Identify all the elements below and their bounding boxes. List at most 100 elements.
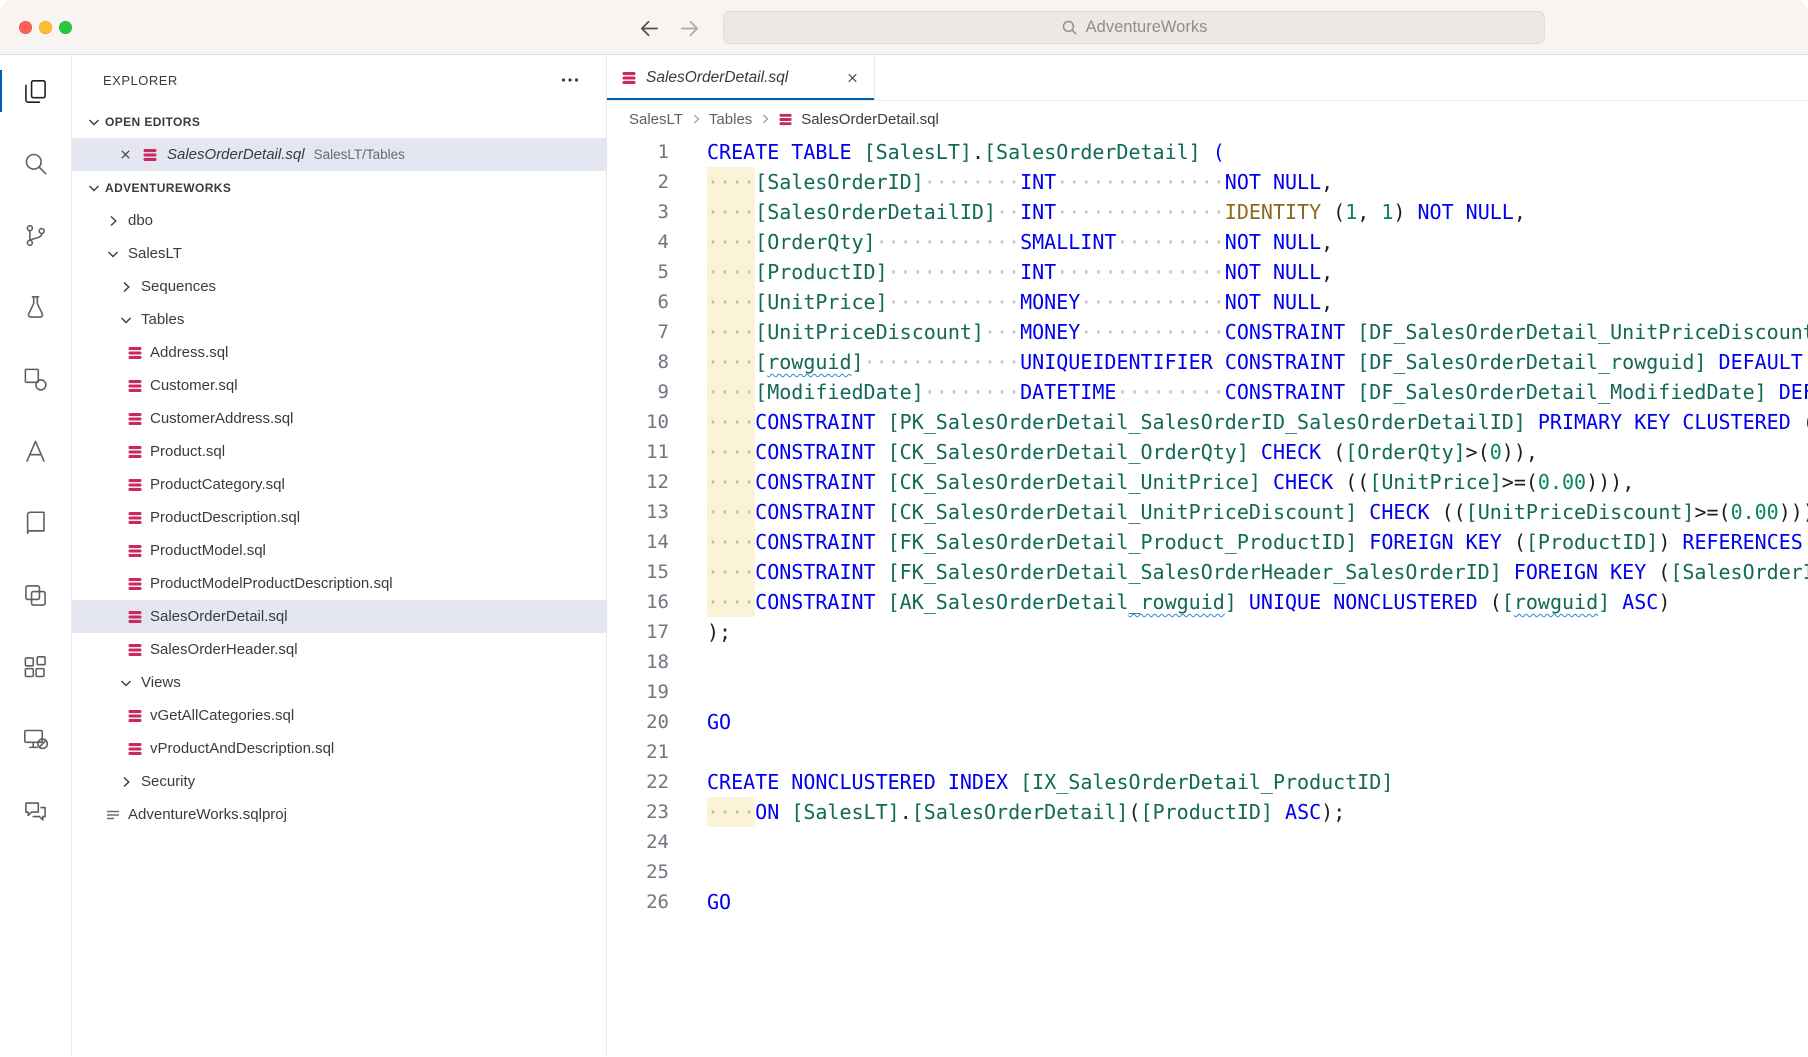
tree-item-vproductanddescription-sql[interactable]: vProductAndDescription.sql — [72, 732, 606, 765]
code-line[interactable]: 1CREATE TABLE [SalesLT].[SalesOrderDetai… — [607, 137, 1808, 167]
chevron-down-icon — [105, 246, 121, 262]
workspace-label: ADVENTUREWORKS — [105, 181, 231, 195]
code-line[interactable]: 9····[ModifiedDate]········DATETIME·····… — [607, 377, 1808, 407]
tree-item-address-sql[interactable]: Address.sql — [72, 336, 606, 369]
tree-item-label: ProductModelProductDescription.sql — [150, 575, 393, 592]
tree-item-views[interactable]: Views — [72, 666, 606, 699]
tree-item-customer-sql[interactable]: Customer.sql — [72, 369, 606, 402]
zoom-window-button[interactable] — [59, 21, 72, 34]
code-line[interactable]: 21 — [607, 737, 1808, 767]
tree-item-productmodel-sql[interactable]: ProductModel.sql — [72, 534, 606, 567]
code-line[interactable]: 16····CONSTRAINT [AK_SalesOrderDetail_ro… — [607, 587, 1808, 617]
tree-item-customeraddress-sql[interactable]: CustomerAddress.sql — [72, 402, 606, 435]
open-editor-item[interactable]: SalesOrderDetail.sql SalesLT/Tables — [72, 138, 606, 171]
code-line[interactable]: 11····CONSTRAINT [CK_SalesOrderDetail_Or… — [607, 437, 1808, 467]
tree-item-label: AdventureWorks.sqlproj — [128, 806, 287, 823]
code-line[interactable]: 8····[rowguid]·············UNIQUEIDENTIF… — [607, 347, 1808, 377]
tree-item-adventureworks-sqlproj[interactable]: AdventureWorks.sqlproj — [72, 798, 606, 831]
tree-item-productcategory-sql[interactable]: ProductCategory.sql — [72, 468, 606, 501]
workspace-header[interactable]: ADVENTUREWORKS — [72, 171, 606, 204]
tree-item-vgetallcategories-sql[interactable]: vGetAllCategories.sql — [72, 699, 606, 732]
code-line-content: ); — [707, 617, 731, 647]
database-file-icon — [127, 741, 143, 757]
sidebar-title: EXPLORER — [103, 73, 178, 88]
chevron-right-icon — [105, 213, 121, 229]
close-window-button[interactable] — [19, 21, 32, 34]
close-editor-icon[interactable] — [118, 147, 133, 162]
tree-item-security[interactable]: Security — [72, 765, 606, 798]
chevron-down-icon — [118, 675, 134, 691]
tree-item-product-sql[interactable]: Product.sql — [72, 435, 606, 468]
code-line[interactable]: 22CREATE NONCLUSTERED INDEX [IX_SalesOrd… — [607, 767, 1808, 797]
code-line[interactable]: 4····[OrderQty]············SMALLINT·····… — [607, 227, 1808, 257]
code-line[interactable]: 26GO — [607, 887, 1808, 917]
tree-item-sequences[interactable]: Sequences — [72, 270, 606, 303]
pages-icon-button[interactable] — [0, 559, 71, 631]
tree-item-dbo[interactable]: dbo — [72, 204, 606, 237]
testing-flask-icon-button[interactable] — [0, 271, 71, 343]
code-line[interactable]: 24 — [607, 827, 1808, 857]
tree-item-label: SalesOrderDetail.sql — [150, 608, 288, 625]
close-tab-icon[interactable] — [845, 70, 860, 85]
forward-button[interactable] — [677, 16, 701, 40]
breadcrumb-folder[interactable]: Tables — [709, 111, 752, 128]
code-line[interactable]: 5····[ProductID]···········INT··········… — [607, 257, 1808, 287]
code-line[interactable]: 25 — [607, 857, 1808, 887]
line-number: 10 — [607, 407, 669, 437]
code-line[interactable]: 14····CONSTRAINT [FK_SalesOrderDetail_Pr… — [607, 527, 1808, 557]
code-line[interactable]: 3····[SalesOrderDetailID]··INT··········… — [607, 197, 1808, 227]
code-line[interactable]: 7····[UnitPriceDiscount]···MONEY········… — [607, 317, 1808, 347]
tree-item-label: CustomerAddress.sql — [150, 410, 293, 427]
tab-salesorderdetail-sql[interactable]: SalesOrderDetail.sql — [607, 55, 875, 100]
command-center-search[interactable]: AdventureWorks — [723, 11, 1545, 44]
tree-item-label: Views — [141, 674, 181, 691]
code-line-content: CREATE TABLE [SalesLT].[SalesOrderDetail… — [707, 137, 1225, 167]
line-number: 18 — [607, 647, 669, 677]
tree-item-label: SalesOrderHeader.sql — [150, 641, 298, 658]
extensions-icon-button[interactable] — [0, 631, 71, 703]
tree-item-productmodelproductdescription-sql[interactable]: ProductModelProductDescription.sql — [72, 567, 606, 600]
notebook-icon-button[interactable] — [0, 487, 71, 559]
chevron-down-icon — [86, 114, 102, 130]
breadcrumb-file[interactable]: SalesOrderDetail.sql — [801, 111, 939, 128]
code-line[interactable]: 13····CONSTRAINT [CK_SalesOrderDetail_Un… — [607, 497, 1808, 527]
open-editors-header[interactable]: OPEN EDITORS — [72, 105, 606, 138]
code-line[interactable]: 12····CONSTRAINT [CK_SalesOrderDetail_Un… — [607, 467, 1808, 497]
source-control-icon-button[interactable] — [0, 199, 71, 271]
code-line[interactable]: 6····[UnitPrice]···········MONEY········… — [607, 287, 1808, 317]
code-line[interactable]: 19 — [607, 677, 1808, 707]
code-line[interactable]: 20GO — [607, 707, 1808, 737]
code-line-content: ····CONSTRAINT [FK_SalesOrderDetail_Sale… — [707, 557, 1808, 587]
chat-icon-button[interactable] — [0, 775, 71, 847]
breadcrumb: SalesLT Tables SalesOrderDetail.sql — [607, 101, 1808, 137]
code-line-content: ····CONSTRAINT [CK_SalesOrderDetail_Unit… — [707, 467, 1634, 497]
tree-item-productdescription-sql[interactable]: ProductDescription.sql — [72, 501, 606, 534]
tree-item-salesorderheader-sql[interactable]: SalesOrderHeader.sql — [72, 633, 606, 666]
line-number: 25 — [607, 857, 669, 887]
code-line[interactable]: 10····CONSTRAINT [PK_SalesOrderDetail_Sa… — [607, 407, 1808, 437]
remote-screen-icon-button[interactable] — [0, 703, 71, 775]
database-file-icon — [127, 378, 143, 394]
more-actions-button[interactable] — [560, 70, 580, 90]
tree-item-tables[interactable]: Tables — [72, 303, 606, 336]
files-icon-button[interactable] — [0, 55, 71, 127]
code-line[interactable]: 2····[SalesOrderID]········INT··········… — [607, 167, 1808, 197]
search-icon-button[interactable] — [0, 127, 71, 199]
tree-item-salesorderdetail-sql[interactable]: SalesOrderDetail.sql — [72, 600, 606, 633]
tree-item-label: vProductAndDescription.sql — [150, 740, 334, 757]
tree-item-saleslt[interactable]: SalesLT — [72, 237, 606, 270]
azure-icon-button[interactable] — [0, 415, 71, 487]
minimize-window-button[interactable] — [39, 21, 52, 34]
code-line[interactable]: 23····ON [SalesLT].[SalesOrderDetail]([P… — [607, 797, 1808, 827]
line-number: 4 — [607, 227, 669, 257]
chevron-down-icon — [86, 180, 102, 196]
code-line[interactable]: 15····CONSTRAINT [FK_SalesOrderDetail_Sa… — [607, 557, 1808, 587]
breadcrumb-schema[interactable]: SalesLT — [629, 111, 683, 128]
code-line[interactable]: 17); — [607, 617, 1808, 647]
code-line[interactable]: 18 — [607, 647, 1808, 677]
tree-item-label: Tables — [141, 311, 184, 328]
back-button[interactable] — [637, 16, 661, 40]
code-editor[interactable]: 1CREATE TABLE [SalesLT].[SalesOrderDetai… — [607, 137, 1808, 1056]
database-shapes-icon-button[interactable] — [0, 343, 71, 415]
database-file-icon — [127, 411, 143, 427]
